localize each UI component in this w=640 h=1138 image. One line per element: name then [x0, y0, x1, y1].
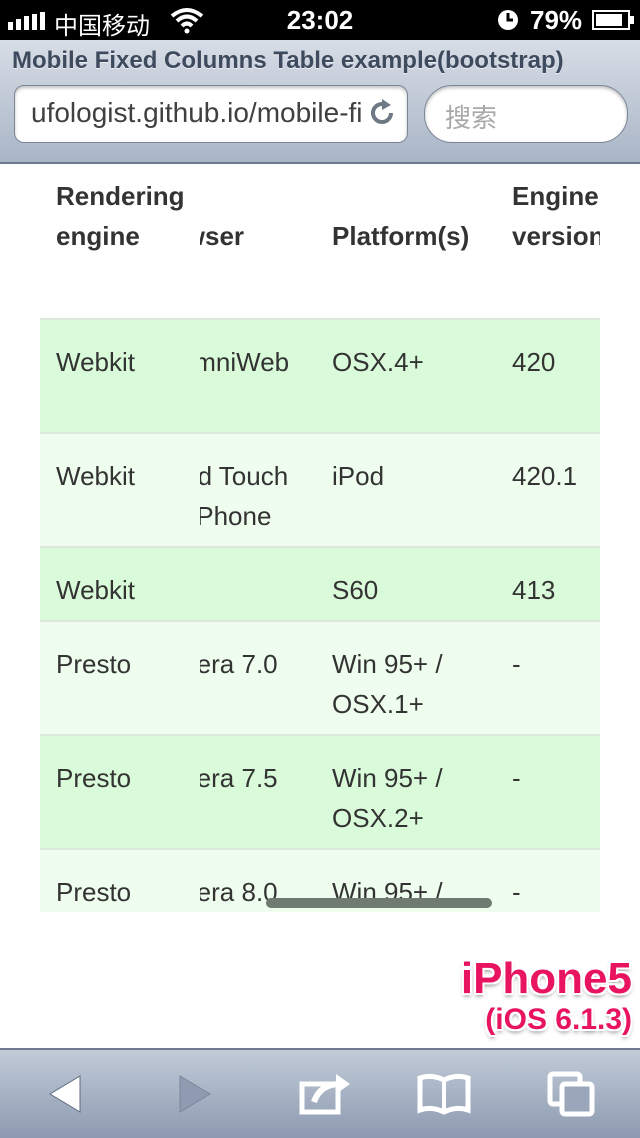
- cell-platform: Win 95+ / OSX.2+: [332, 763, 443, 833]
- table-header-row: Rendering engine Browser Platform(s) Eng…: [40, 164, 600, 320]
- battery-percentage: 79%: [530, 5, 583, 35]
- table-row: Webkit S60 413: [40, 546, 600, 622]
- table-row: Presto Opera 7.0 Win 95+ / OSX.1+ -: [40, 620, 600, 736]
- device-name: iPhone5: [460, 954, 632, 1003]
- cell-platform: iPod: [332, 461, 385, 491]
- status-bar: 中国移动 23:02 79%: [0, 0, 640, 40]
- browser-header: Mobile Fixed Columns Table example(boots…: [0, 40, 640, 164]
- browser-toolbar: [0, 1048, 640, 1138]
- url-text[interactable]: ufologist.github.io/mobile-fixed-columns…: [31, 97, 361, 129]
- device-label: iPhone5 (iOS 6.1.3): [461, 956, 632, 1038]
- table-row: Presto Opera 7.5 Win 95+ / OSX.2+ -: [40, 734, 600, 850]
- cell-version: -: [512, 649, 521, 679]
- cell-engine: Presto: [56, 763, 132, 793]
- os-version: (iOS 6.1.3): [485, 1003, 632, 1036]
- forward-arrow-icon[interactable]: [160, 1070, 220, 1118]
- table-row: Webkit OmniWeb OSX.4+ 420: [40, 318, 600, 434]
- cell-browser: [200, 570, 330, 610]
- cell-browser: iPod Touch / iPhone: [200, 461, 289, 531]
- share-icon[interactable]: [296, 1070, 356, 1118]
- alarm-clock-icon: [498, 10, 518, 30]
- cell-engine: Webkit: [56, 461, 135, 491]
- cell-browser: Opera 7.5: [200, 763, 278, 793]
- cell-engine: Presto: [56, 877, 132, 907]
- scrollable-table[interactable]: Rendering engine Browser Platform(s) Eng…: [40, 164, 600, 912]
- search-field[interactable]: 搜索: [424, 85, 628, 143]
- page-title: Mobile Fixed Columns Table example(boots…: [12, 47, 564, 74]
- cell-engine: Webkit: [56, 347, 135, 377]
- page-content: Rendering engine Browser Platform(s) Eng…: [0, 164, 640, 1048]
- header-browser: Browser: [200, 221, 245, 251]
- table-row: Webkit iPod Touch / iPhone iPod 420.1: [40, 432, 600, 548]
- cell-version: 420: [512, 347, 556, 377]
- header-engine-version: Engine version: [512, 181, 600, 251]
- cell-version: -: [512, 763, 521, 793]
- header-rendering-engine: Rendering engine: [56, 181, 185, 251]
- cell-engine: Webkit: [56, 575, 135, 605]
- address-bar[interactable]: ufologist.github.io/mobile-fixed-columns…: [14, 85, 408, 143]
- cell-version: 420.1: [512, 461, 578, 491]
- cell-browser: OmniWeb: [200, 347, 290, 377]
- cell-platform: OSX.4+: [332, 347, 424, 377]
- horizontal-scrollbar[interactable]: [266, 898, 492, 908]
- cell-browser: Opera 7.0: [200, 649, 278, 679]
- reload-icon[interactable]: [367, 98, 397, 128]
- search-placeholder: 搜索: [445, 103, 498, 133]
- cell-version: -: [512, 877, 521, 907]
- back-arrow-icon[interactable]: [44, 1070, 104, 1118]
- bookmarks-icon[interactable]: [414, 1070, 474, 1118]
- cell-version: 413: [512, 575, 556, 605]
- cell-platform: Win 95+ / OSX.1+: [332, 649, 443, 719]
- cell-engine: Presto: [56, 649, 132, 679]
- battery-icon: [592, 10, 634, 30]
- header-platform: Platform(s): [332, 221, 470, 251]
- pages-icon[interactable]: [544, 1070, 604, 1118]
- cell-platform: S60: [332, 575, 379, 605]
